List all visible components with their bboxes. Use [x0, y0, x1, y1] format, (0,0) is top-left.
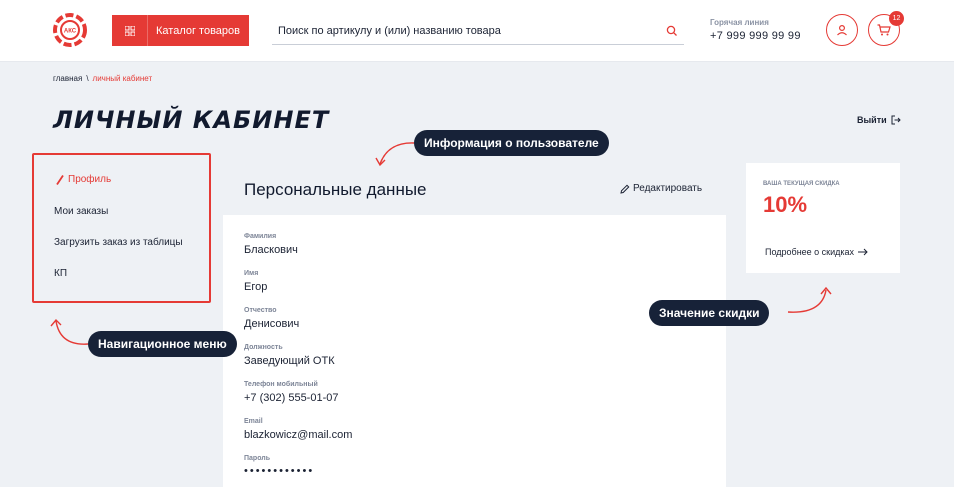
nav-item-upload-order[interactable]: Загрузить заказ из таблицы — [54, 237, 183, 248]
field-label-surname: Фамилия — [244, 233, 277, 240]
discount-value: 10% — [763, 192, 808, 217]
annotation-arrow-discount — [787, 286, 832, 313]
annotation-arrow-info — [375, 142, 415, 167]
hotline-title: Горячая линия — [710, 18, 769, 27]
annotation-arrow-nav — [50, 318, 89, 345]
breadcrumb-current: личный кабинет — [92, 74, 153, 83]
site-header: АКС Каталог товаров Горячая линия +7 999… — [0, 0, 954, 62]
annotation-nav-menu: Навигационное меню — [88, 331, 237, 357]
field-value-phone: +7 (302) 555-01-07 — [244, 392, 339, 404]
edit-icon — [620, 184, 630, 194]
hotline-phone[interactable]: +7 999 999 99 99 — [710, 30, 801, 42]
field-label-position: Должность — [244, 344, 283, 351]
breadcrumb: главная \ личный кабинет — [53, 74, 152, 83]
breadcrumb-separator: \ — [86, 74, 89, 83]
field-label-phone: Телефон мобильный — [244, 381, 318, 388]
nav-item-orders[interactable]: Мои заказы — [54, 206, 108, 217]
logout-label: Выйти — [857, 115, 887, 125]
page-title: ЛИЧНЫЙ КАБИНЕТ — [53, 106, 330, 134]
field-value-patronymic: Денисович — [244, 318, 300, 330]
section-title: Персональные данные — [244, 180, 427, 199]
logout-icon — [891, 115, 901, 125]
search-icon[interactable] — [666, 24, 678, 42]
catalog-button[interactable]: Каталог товаров — [112, 15, 249, 46]
catalog-button-label: Каталог товаров — [156, 24, 240, 37]
search-bar — [272, 18, 684, 45]
cart-count-badge: 12 — [889, 11, 904, 26]
arrow-right-icon — [858, 248, 868, 256]
nav-item-kp[interactable]: КП — [54, 268, 67, 279]
edit-button[interactable]: Редактировать — [620, 183, 702, 194]
nav-item-label: Профиль — [68, 174, 112, 185]
discount-link-label: Подробнее о скидках — [765, 247, 855, 257]
search-input[interactable] — [272, 18, 652, 43]
breadcrumb-home[interactable]: главная — [53, 74, 82, 83]
field-value-surname: Бласкович — [244, 244, 298, 256]
profile-card — [223, 215, 726, 487]
field-label-name: Имя — [244, 270, 259, 277]
logo-icon: АКС — [53, 13, 87, 47]
field-value-email: blazkowicz@mail.com — [244, 429, 353, 441]
field-value-name: Егор — [244, 281, 268, 293]
user-icon — [837, 24, 847, 36]
discount-details-link[interactable]: Подробнее о скидках — [765, 247, 868, 257]
annotation-user-info: Информация о пользователе — [414, 130, 609, 156]
field-label-patronymic: Отчество — [244, 307, 277, 314]
logout-button[interactable]: Выйти — [857, 115, 901, 125]
discount-label: ВАША ТЕКУЩАЯ СКИДКА — [763, 181, 840, 187]
cart-icon — [877, 24, 891, 36]
field-value-password: •••••••••••• — [244, 465, 315, 477]
logo-text: АКС — [64, 29, 77, 35]
grid-icon — [112, 15, 148, 46]
account-button[interactable] — [826, 14, 858, 46]
field-label-email: Email — [244, 418, 263, 425]
edit-label: Редактировать — [633, 183, 703, 194]
site-logo[interactable]: АКС — [53, 13, 87, 47]
nav-item-profile[interactable]: Профиль — [56, 174, 111, 185]
field-label-password: Пароль — [244, 455, 271, 462]
field-value-position: Заведующий ОТК — [244, 355, 335, 367]
annotation-discount-value: Значение скидки — [649, 300, 770, 326]
pencil-icon — [56, 174, 64, 185]
